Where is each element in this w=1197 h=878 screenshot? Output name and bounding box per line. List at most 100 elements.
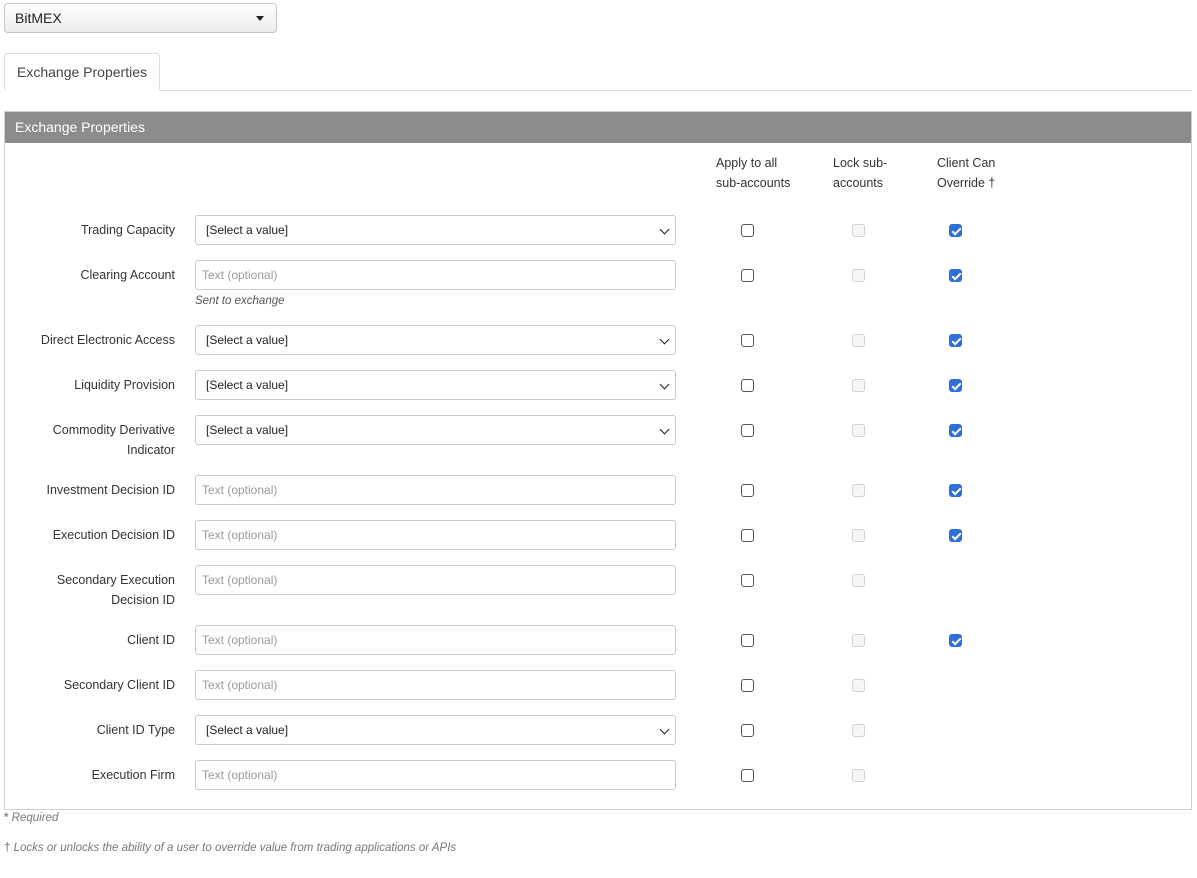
lock-sub-accounts-checkbox [852, 224, 865, 237]
lock-sub-accounts-checkbox [852, 634, 865, 647]
field-label-line: Liquidity Provision [74, 378, 175, 392]
field-label-line: Direct Electronic Access [40, 333, 175, 347]
column-header-lock-line2: accounts [833, 176, 884, 190]
apply-to-all-checkbox[interactable] [741, 724, 754, 737]
chevron-down-icon [659, 424, 670, 435]
column-header-apply-line2: sub-accounts [716, 176, 791, 190]
field-label: Secondary Execution Decision ID [25, 570, 175, 610]
lock-sub-accounts-checkbox [852, 269, 865, 282]
apply-to-all-checkbox[interactable] [741, 424, 754, 437]
apply-to-all-checkbox[interactable] [741, 269, 754, 282]
field-label: Execution Firm [25, 765, 175, 785]
input-placeholder: Text (optional) [202, 573, 278, 587]
input-placeholder: Text (optional) [202, 528, 278, 542]
apply-to-all-checkbox[interactable] [741, 574, 754, 587]
column-header-override-line1: Client Can [937, 156, 996, 170]
column-header-override-line2: Override † [937, 176, 996, 190]
chevron-down-icon [659, 334, 670, 345]
field-label: Direct Electronic Access [25, 330, 175, 350]
input-placeholder: Text (optional) [202, 268, 278, 282]
client-can-override-checkbox[interactable] [949, 634, 962, 647]
field-label: Client ID Type [25, 720, 175, 740]
field-label-line: Execution Decision ID [52, 528, 175, 542]
field-label-line: Indicator [127, 443, 175, 457]
apply-to-all-checkbox[interactable] [741, 679, 754, 692]
chevron-down-icon [659, 379, 670, 390]
apply-to-all-checkbox[interactable] [741, 224, 754, 237]
lock-sub-accounts-checkbox [852, 724, 865, 737]
text-input[interactable]: Text (optional) [195, 260, 676, 290]
apply-to-all-checkbox[interactable] [741, 379, 754, 392]
field-label-line: Investment Decision ID [46, 483, 175, 497]
client-can-override-checkbox[interactable] [949, 424, 962, 437]
input-placeholder: Text (optional) [202, 768, 278, 782]
field-label-line: Secondary Execution [56, 573, 175, 587]
field-label: Client ID [25, 630, 175, 650]
lock-sub-accounts-checkbox [852, 379, 865, 392]
exchange-select[interactable]: BitMEX [4, 3, 277, 33]
lock-sub-accounts-checkbox [852, 574, 865, 587]
field-label-line: Trading Capacity [80, 223, 175, 237]
apply-to-all-checkbox[interactable] [741, 484, 754, 497]
select-value: [Select a value] [206, 723, 289, 737]
lock-sub-accounts-checkbox [852, 529, 865, 542]
field-label-line: Client ID [127, 633, 175, 647]
lock-sub-accounts-checkbox [852, 484, 865, 497]
panel-title: Exchange Properties [5, 112, 1191, 143]
client-can-override-checkbox[interactable] [949, 379, 962, 392]
field-label-line: Decision ID [111, 593, 175, 607]
value-select[interactable]: [Select a value] [195, 370, 676, 400]
text-input[interactable]: Text (optional) [195, 565, 676, 595]
input-placeholder: Text (optional) [202, 633, 278, 647]
client-can-override-checkbox[interactable] [949, 269, 962, 282]
chevron-down-icon [659, 224, 670, 235]
value-select[interactable]: [Select a value] [195, 325, 676, 355]
field-hint: Sent to exchange [195, 295, 285, 307]
text-input[interactable]: Text (optional) [195, 475, 676, 505]
dagger-text: Locks or unlocks the ability of a user t… [10, 842, 457, 854]
client-can-override-checkbox[interactable] [949, 224, 962, 237]
apply-to-all-checkbox[interactable] [741, 334, 754, 347]
text-input[interactable]: Text (optional) [195, 520, 676, 550]
field-label: Secondary Client ID [25, 675, 175, 695]
client-can-override-checkbox[interactable] [949, 529, 962, 542]
lock-sub-accounts-checkbox [852, 679, 865, 692]
column-header-lock-line1: Lock sub- [833, 156, 888, 170]
text-input[interactable]: Text (optional) [195, 670, 676, 700]
footnote-required: * Required [4, 812, 58, 824]
field-label: Execution Decision ID [25, 525, 175, 545]
value-select[interactable]: [Select a value] [195, 215, 676, 245]
text-input[interactable]: Text (optional) [195, 760, 676, 790]
footnote-override: † Locks or unlocks the ability of a user… [4, 842, 456, 854]
field-label: Liquidity Provision [25, 375, 175, 395]
select-value: [Select a value] [206, 378, 289, 392]
input-placeholder: Text (optional) [202, 483, 278, 497]
column-header-override: Client Can Override † [937, 153, 995, 193]
field-label-line: Commodity Derivative [52, 423, 175, 437]
chevron-down-icon [659, 724, 670, 735]
value-select[interactable]: [Select a value] [195, 715, 676, 745]
select-value: [Select a value] [206, 423, 289, 437]
lock-sub-accounts-checkbox [852, 334, 865, 347]
column-header-apply-line1: Apply to all [716, 156, 778, 170]
tab-exchange-properties[interactable]: Exchange Properties [4, 53, 160, 91]
caret-down-icon [256, 16, 264, 21]
field-label-line: Clearing Account [80, 268, 175, 282]
apply-to-all-checkbox[interactable] [741, 769, 754, 782]
lock-sub-accounts-checkbox [852, 769, 865, 782]
column-header-lock: Lock sub- accounts [833, 153, 887, 193]
value-select[interactable]: [Select a value] [195, 415, 676, 445]
field-label-line: Execution Firm [91, 768, 175, 782]
select-value: [Select a value] [206, 333, 289, 347]
text-input[interactable]: Text (optional) [195, 625, 676, 655]
input-placeholder: Text (optional) [202, 678, 278, 692]
exchange-properties-panel: Exchange Properties Apply to all sub-acc… [4, 111, 1192, 810]
field-label-line: Client ID Type [96, 723, 175, 737]
exchange-select-value: BitMEX [15, 10, 62, 26]
lock-sub-accounts-checkbox [852, 424, 865, 437]
apply-to-all-checkbox[interactable] [741, 634, 754, 647]
column-header-apply: Apply to all sub-accounts [716, 153, 790, 193]
client-can-override-checkbox[interactable] [949, 484, 962, 497]
apply-to-all-checkbox[interactable] [741, 529, 754, 542]
client-can-override-checkbox[interactable] [949, 334, 962, 347]
